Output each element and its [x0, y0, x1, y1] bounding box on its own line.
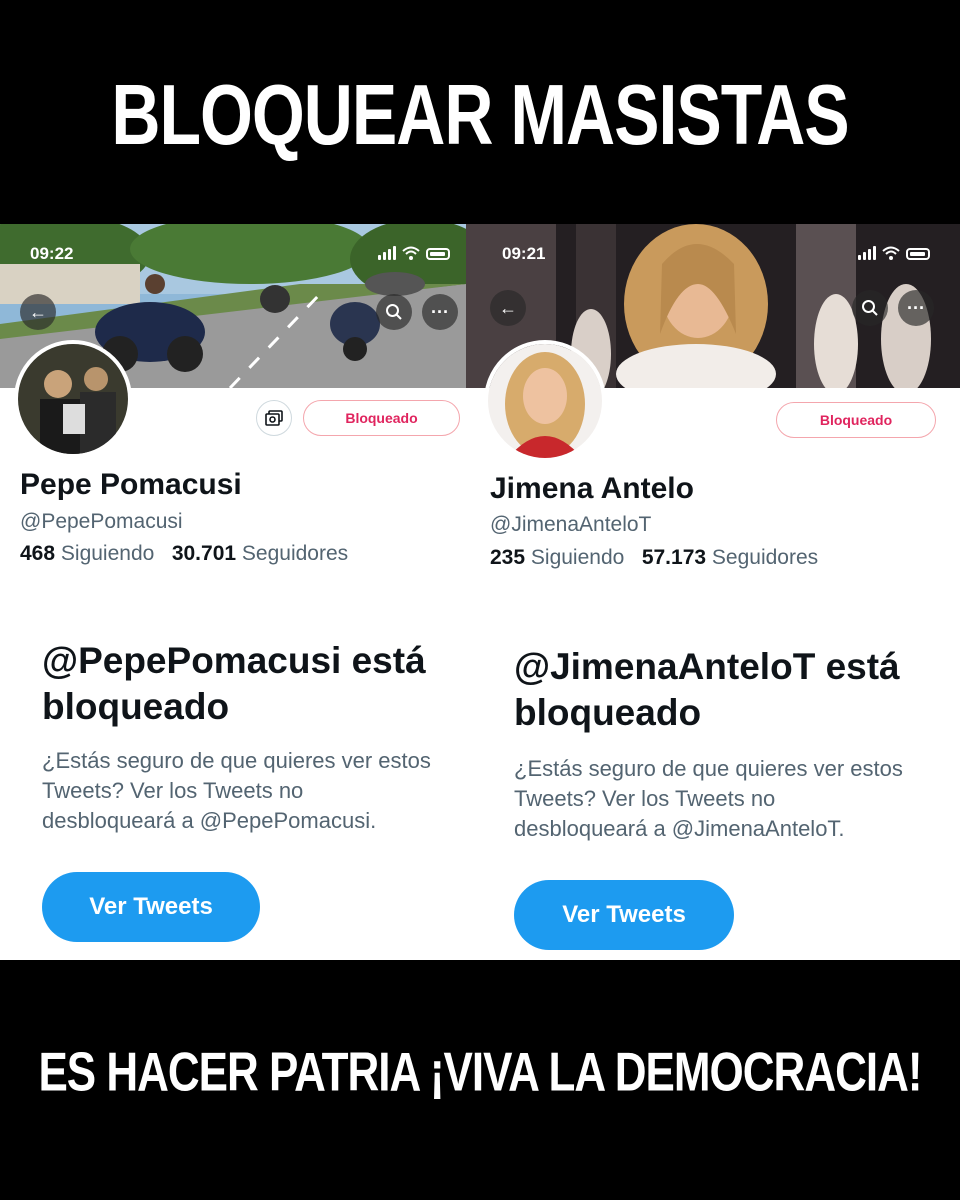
status-bar-icons — [858, 246, 930, 260]
footer-slogan: ES HACER PATRIA ¡VIVA LA DEMOCRACIA! — [38, 1041, 922, 1103]
profile-name: Jimena Antelo — [490, 472, 694, 505]
status-bar-time: 09:21 — [502, 244, 546, 263]
profile-handle: @PepePomacusi — [20, 510, 183, 533]
profile-card-pepe: 09:22 ← ··· Bloqueado Pepe Pomacusi @Pep… — [0, 224, 466, 960]
following-count[interactable]: 235 — [490, 546, 525, 569]
followers-count[interactable]: 57.173 — [642, 546, 706, 569]
search-icon[interactable] — [376, 294, 412, 330]
blocked-description: ¿Estás seguro de que quieres ver estos T… — [42, 748, 431, 833]
profile-name: Pepe Pomacusi — [20, 468, 242, 501]
status-bar-time: 09:22 — [30, 244, 74, 263]
back-arrow-icon[interactable]: ← — [490, 290, 526, 326]
profile-stats: 468 Siguiendo 30.701 Seguidores — [20, 542, 348, 566]
blocked-description: ¿Estás seguro de que quieres ver estos T… — [514, 756, 903, 841]
camera-icon[interactable] — [256, 400, 292, 436]
wifi-icon — [402, 246, 420, 260]
wifi-icon — [882, 246, 900, 260]
signal-icon — [858, 246, 876, 260]
back-arrow-icon[interactable]: ← — [20, 294, 56, 330]
battery-icon — [426, 248, 450, 260]
profile-stats: 235 Siguiendo 57.173 Seguidores — [490, 546, 818, 570]
search-icon[interactable] — [852, 290, 888, 326]
blocked-title: @PepePomacusi está bloqueado — [42, 640, 426, 727]
following-count[interactable]: 468 — [20, 542, 55, 565]
headline-title: BLOQUEAR MASISTAS — [111, 67, 849, 163]
profile-handle: @JimenaAnteloT — [490, 513, 652, 536]
avatar[interactable] — [14, 340, 132, 458]
blocked-button[interactable]: Bloqueado — [303, 400, 460, 436]
view-tweets-button[interactable]: Ver Tweets — [514, 880, 734, 950]
view-tweets-button[interactable]: Ver Tweets — [42, 872, 260, 942]
profile-card-jimena: 09:21 ← ··· Bloqueado Jimena Antelo @Jim… — [466, 224, 960, 960]
followers-count[interactable]: 30.701 — [172, 542, 236, 565]
avatar[interactable] — [484, 340, 606, 462]
following-label[interactable]: Siguiendo — [531, 546, 624, 569]
more-icon[interactable]: ··· — [898, 290, 934, 326]
more-icon[interactable]: ··· — [422, 294, 458, 330]
battery-icon — [906, 248, 930, 260]
signal-icon — [378, 246, 396, 260]
status-bar-icons — [378, 246, 450, 260]
blocked-title: @JimenaAnteloT está bloqueado — [514, 646, 900, 733]
followers-label[interactable]: Seguidores — [242, 542, 348, 565]
following-label[interactable]: Siguiendo — [61, 542, 154, 565]
followers-label[interactable]: Seguidores — [712, 546, 818, 569]
blocked-button[interactable]: Bloqueado — [776, 402, 936, 438]
